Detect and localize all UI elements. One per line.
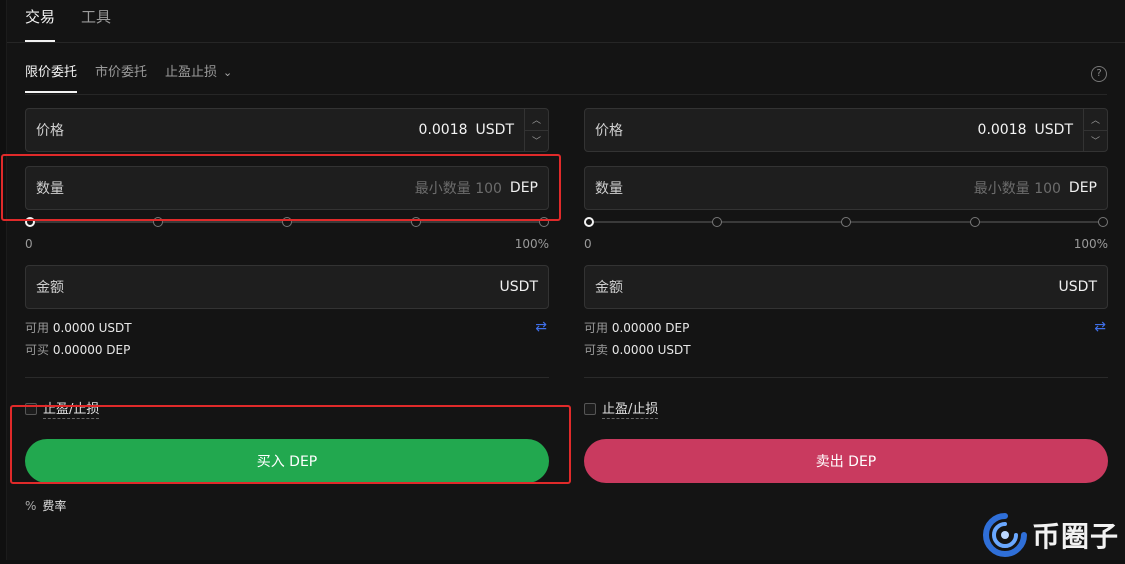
tpsl-label: 止盈/止损 (43, 398, 100, 419)
tab-tpsl-label: 止盈止损 (165, 65, 218, 80)
chevron-up-icon[interactable]: ︿ (1084, 109, 1107, 131)
price-stepper: ︿ ﹀ (1083, 109, 1107, 151)
tab-market-order[interactable]: 市价委托 (95, 60, 147, 94)
slider-step-100[interactable] (539, 217, 549, 227)
chevron-down-icon[interactable]: ﹀ (1084, 131, 1107, 152)
slider-step-75[interactable] (411, 217, 421, 227)
checkbox-icon[interactable] (584, 402, 596, 415)
amount-unit: USDT (1058, 279, 1097, 295)
buy-percent-slider[interactable] (25, 212, 549, 234)
can-buy-value: 0.00000 DEP (52, 343, 131, 357)
amount-label: 金额 (595, 280, 623, 296)
slider-min-label: 0 (25, 237, 33, 251)
sell-availability: 可用 0.00000 DEP 可卖 0.0000 USDT ⇄ (584, 317, 1108, 361)
amount-unit: USDT (499, 279, 538, 295)
slider-step-100[interactable] (1098, 217, 1108, 227)
top-tabs: 交易 工具 (25, 0, 111, 42)
checkbox-icon[interactable] (25, 402, 37, 415)
slider-step-50[interactable] (841, 217, 851, 227)
available-value: 0.0000 USDT (52, 321, 132, 335)
slider-handle[interactable] (584, 217, 594, 227)
chevron-down-icon: ⌄ (223, 66, 233, 79)
available-value: 0.00000 DEP (611, 321, 690, 335)
tab-tools[interactable]: 工具 (81, 0, 111, 42)
slider-step-50[interactable] (282, 217, 292, 227)
slider-step-25[interactable] (712, 217, 722, 227)
order-type-tabs: 限价委托 市价委托 止盈止损 ⌄ (25, 60, 232, 94)
quantity-label: 数量 (36, 181, 64, 197)
transfer-icon[interactable]: ⇄ (1094, 319, 1106, 335)
buy-amount-field[interactable]: 金额 USDT (25, 265, 549, 309)
sell-form: 价格 0.0018 USDT ︿ ﹀ 数量 最小数量 100 DEP 0 100… (584, 108, 1108, 483)
watermark-logo-icon (982, 512, 1028, 558)
percent-icon: % (25, 499, 37, 513)
slider-step-25[interactable] (153, 217, 163, 227)
price-value: 0.0018 (418, 122, 468, 138)
quantity-label: 数量 (595, 181, 623, 197)
price-label: 价格 (36, 123, 64, 139)
divider (25, 94, 1107, 95)
price-unit: USDT (475, 122, 514, 138)
help-icon[interactable]: ? (1091, 66, 1107, 82)
price-unit: USDT (1034, 122, 1073, 138)
slider-labels: 0 100% (584, 237, 1108, 253)
watermark-text: 币圈子 (1031, 520, 1119, 553)
sell-button[interactable]: 卖出 DEP (584, 439, 1108, 483)
trade-panel: 交易 工具 限价委托 市价委托 止盈止损 ⌄ ? 价格 0.0018 USDT ︿… (6, 0, 1125, 560)
buy-tpsl-checkbox[interactable]: 止盈/止损 (25, 398, 549, 419)
tab-limit-order[interactable]: 限价委托 (25, 60, 78, 94)
slider-max-label: 100% (1073, 237, 1108, 251)
divider (7, 42, 1125, 43)
divider (584, 377, 1108, 378)
can-buy-label: 可买 (25, 343, 50, 357)
buy-button[interactable]: 买入 DEP (25, 439, 549, 483)
price-value: 0.0018 (977, 122, 1027, 138)
tpsl-label: 止盈/止损 (602, 398, 659, 419)
buy-price-field[interactable]: 价格 0.0018 USDT ︿ ﹀ (25, 108, 549, 152)
quantity-unit: DEP (509, 180, 538, 196)
watermark: 币圈子 (982, 512, 1119, 558)
chevron-down-icon[interactable]: ﹀ (525, 131, 548, 152)
chevron-up-icon[interactable]: ︿ (525, 109, 548, 131)
can-sell-label: 可卖 (584, 343, 609, 357)
can-sell-value: 0.0000 USDT (611, 343, 691, 357)
slider-max-label: 100% (514, 237, 549, 251)
sell-tpsl-checkbox[interactable]: 止盈/止损 (584, 398, 1108, 419)
transfer-icon[interactable]: ⇄ (535, 319, 547, 335)
available-label: 可用 (584, 321, 609, 335)
buy-availability: 可用 0.0000 USDT 可买 0.00000 DEP ⇄ (25, 317, 549, 361)
fee-rate-link[interactable]: % 费率 (25, 497, 549, 514)
tab-tpsl-order[interactable]: 止盈止损 ⌄ (165, 60, 232, 94)
tab-trade[interactable]: 交易 (25, 0, 56, 42)
fee-rate-label: 费率 (42, 499, 67, 513)
sell-quantity-field[interactable]: 数量 最小数量 100 DEP (584, 166, 1108, 210)
buy-form: 价格 0.0018 USDT ︿ ﹀ 数量 最小数量 100 DEP 0 100… (25, 108, 549, 514)
divider (25, 377, 549, 378)
slider-labels: 0 100% (25, 237, 549, 253)
sell-amount-field[interactable]: 金额 USDT (584, 265, 1108, 309)
quantity-placeholder: 最小数量 100 (414, 181, 502, 197)
available-label: 可用 (25, 321, 50, 335)
quantity-placeholder: 最小数量 100 (973, 181, 1061, 197)
sell-percent-slider[interactable] (584, 212, 1108, 234)
sell-price-field[interactable]: 价格 0.0018 USDT ︿ ﹀ (584, 108, 1108, 152)
slider-handle[interactable] (25, 217, 35, 227)
slider-step-75[interactable] (970, 217, 980, 227)
price-stepper: ︿ ﹀ (524, 109, 548, 151)
slider-min-label: 0 (584, 237, 592, 251)
amount-label: 金额 (36, 280, 64, 296)
quantity-unit: DEP (1068, 180, 1097, 196)
price-label: 价格 (595, 123, 623, 139)
buy-quantity-field[interactable]: 数量 最小数量 100 DEP (25, 166, 549, 210)
